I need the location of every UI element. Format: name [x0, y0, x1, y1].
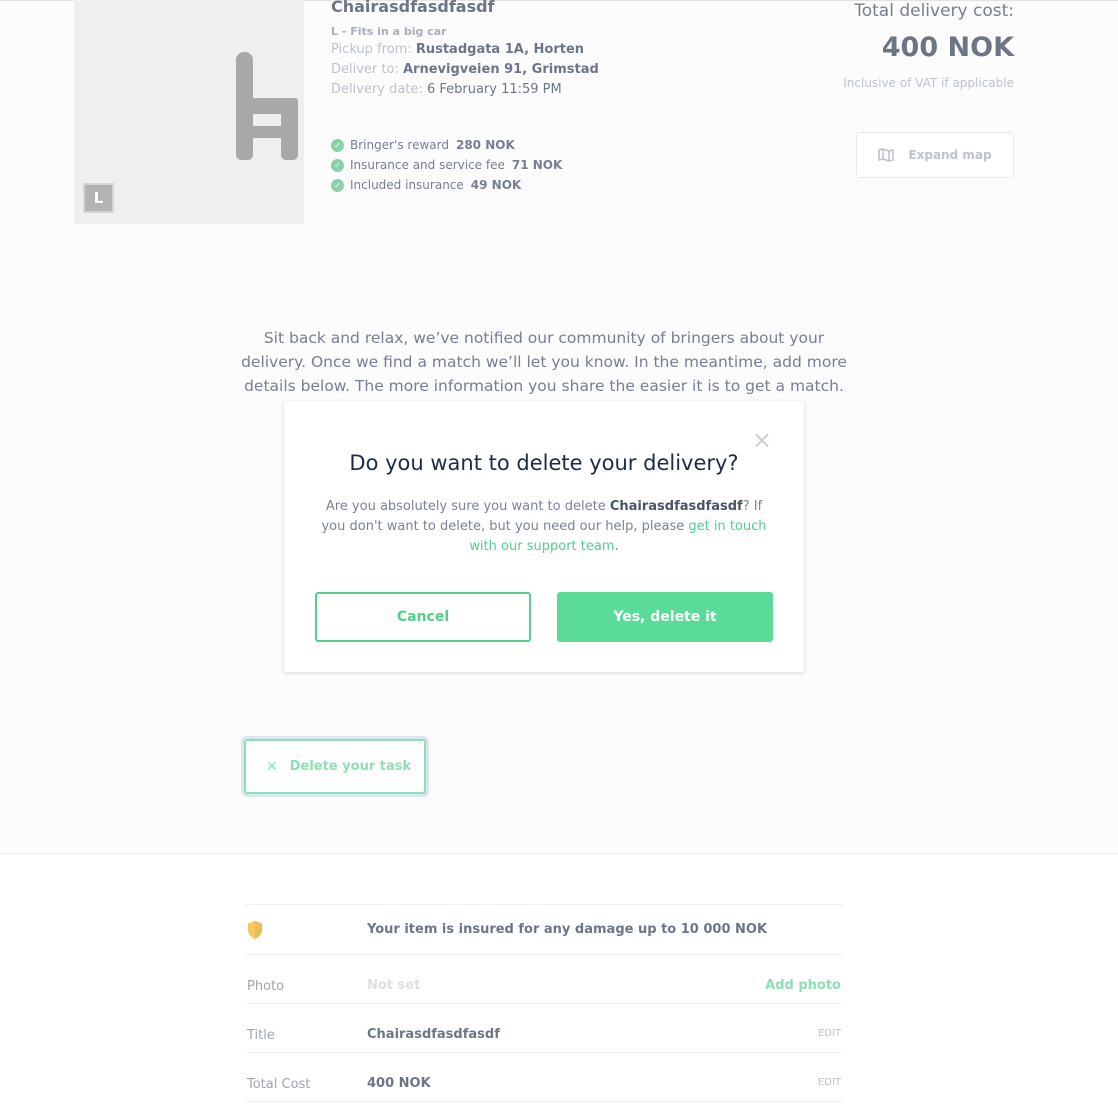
close-icon[interactable]: ×: [752, 428, 772, 452]
modal-body-text: Are you absolutely sure you want to dele…: [325, 499, 610, 514]
cancel-button[interactable]: Cancel: [315, 592, 531, 642]
confirm-delete-button[interactable]: Yes, delete it: [557, 592, 773, 642]
modal-title: Do you want to delete your delivery?: [349, 451, 739, 475]
modal-item-name: Chairasdfasdfasdf: [609, 499, 743, 514]
page: L Chairasdfasdfasdf L - Fits in a big ca…: [0, 0, 1118, 1118]
modal-body-text: .: [614, 539, 619, 554]
delete-confirmation-modal: × Do you want to delete your delivery? A…: [284, 401, 804, 672]
modal-body: Are you absolutely sure you want to dele…: [314, 497, 774, 557]
